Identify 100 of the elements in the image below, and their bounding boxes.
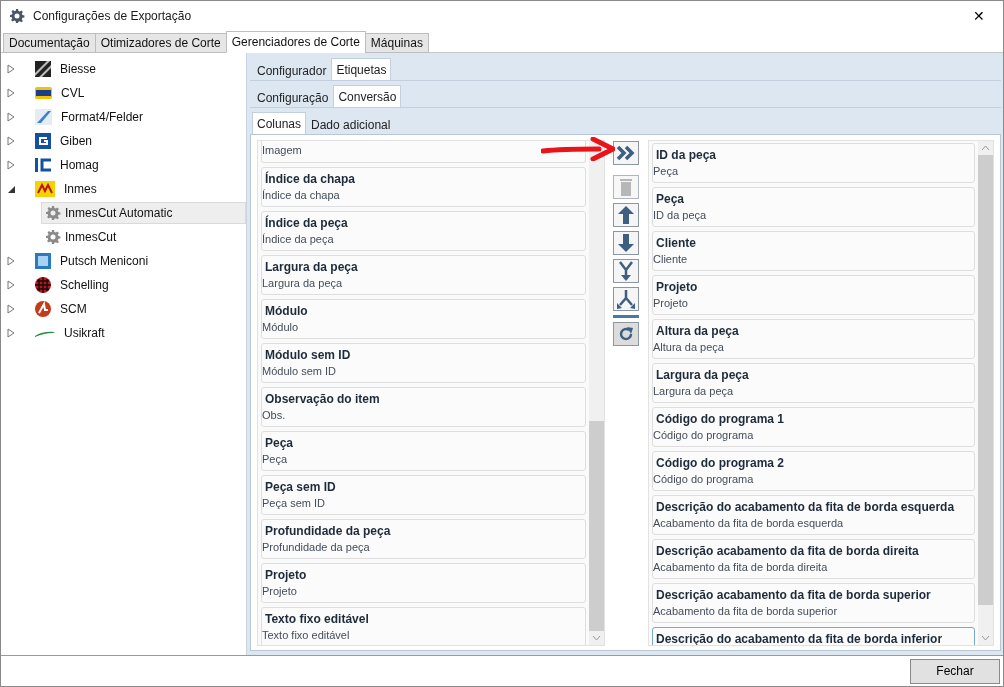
expanded-triangle-icon[interactable] (6, 184, 16, 194)
merge-arrows-icon (618, 261, 634, 281)
column-card[interactable]: Peça sem ID Peça sem ID (261, 475, 586, 515)
tab[interactable]: Colunas (252, 112, 307, 134)
column-title: Código do programa 1 (655, 411, 785, 427)
tree-item[interactable]: CVL (57, 83, 89, 103)
tree-item[interactable]: Homag (56, 155, 103, 175)
column-card[interactable]: Cliente Cliente (652, 231, 975, 271)
column-title: Peça sem ID (264, 479, 337, 495)
down-button[interactable] (613, 231, 639, 255)
up-button[interactable] (613, 203, 639, 227)
column-card[interactable]: Altura da peça Altura da peça (652, 319, 975, 359)
settings-icon (9, 8, 25, 24)
column-title: Módulo (264, 303, 309, 319)
column-card[interactable]: Descrição acabamento da fita de borda superior Acabamento da fita de borda superior (652, 583, 975, 623)
column-subtitle: Projeto (262, 585, 298, 597)
column-title: Projeto (264, 567, 308, 583)
scrollbar[interactable] (978, 141, 993, 645)
tree-item[interactable]: Putsch Meniconi (56, 251, 153, 271)
column-card[interactable]: Imagem (261, 141, 586, 163)
column-title: Altura da peça (655, 323, 740, 339)
column-card[interactable]: Descrição do acabamento da fita de borda inferior (652, 627, 975, 645)
column-card[interactable]: Módulo Módulo (261, 299, 586, 339)
merge-button[interactable] (613, 259, 639, 283)
window-title: Configurações de Exportação (33, 9, 193, 23)
gear-icon (45, 229, 61, 245)
striped-logo-icon (35, 61, 51, 77)
column-card[interactable]: Observação do item Obs. (261, 387, 586, 427)
column-subtitle: Acabamento da fita de borda superior (653, 605, 839, 617)
arrow-up-icon (618, 206, 634, 224)
column-card[interactable]: Módulo sem ID Módulo sem ID (261, 343, 586, 383)
column-card[interactable]: Projeto Projeto (652, 275, 975, 315)
tree-item[interactable]: InmesCut Automatic (41, 202, 246, 224)
column-subtitle: Obs. (262, 409, 287, 421)
column-subtitle: Altura da peça (653, 341, 725, 353)
tree-item[interactable]: Biesse (56, 59, 101, 79)
tab[interactable]: Configurador (252, 60, 332, 80)
square-g-logo-icon (35, 133, 51, 149)
add-button[interactable] (613, 141, 639, 165)
tab[interactable]: Etiquetas (331, 58, 392, 80)
tree-item[interactable]: InmesCut (41, 226, 121, 248)
close-button[interactable]: Fechar (910, 658, 1000, 684)
split-button[interactable] (613, 287, 639, 311)
column-title: Observação do item (264, 391, 381, 407)
column-subtitle: ID da peça (653, 209, 708, 221)
collapsed-triangle-icon[interactable] (7, 112, 15, 122)
column-card[interactable]: Peça Peça (261, 431, 586, 471)
column-card[interactable]: Profundidade da peça Profundidade da peça (261, 519, 586, 559)
tree-item[interactable]: Inmes (60, 179, 101, 199)
column-card[interactable]: Largura da peça Largura da peça (261, 255, 586, 295)
collapsed-triangle-icon[interactable] (7, 304, 15, 314)
column-card[interactable]: Texto fixo editável Texto fixo editável (261, 607, 586, 645)
circle-logo-icon (35, 301, 51, 317)
tab[interactable]: Máquinas (364, 33, 429, 53)
column-subtitle: Peça sem ID (262, 497, 326, 509)
collapsed-triangle-icon[interactable] (7, 136, 15, 146)
column-title: ID da peça (655, 147, 718, 163)
collapsed-triangle-icon[interactable] (7, 64, 15, 74)
tab[interactable]: Dado adicional (306, 114, 396, 134)
tab[interactable]: Otimizadores de Corte (94, 33, 227, 53)
column-card[interactable]: ID da peça Peça (652, 143, 975, 183)
collapsed-triangle-icon[interactable] (7, 328, 15, 338)
column-card[interactable]: Peça ID da peça (652, 187, 975, 227)
column-card[interactable]: Índice da peça Índice da peça (261, 211, 586, 251)
column-subtitle: Código do programa (653, 473, 755, 485)
tree-item[interactable]: SCM (56, 299, 91, 319)
tab[interactable]: Configuração (252, 87, 334, 107)
column-card[interactable]: Índice da chapa Índice da chapa (261, 167, 586, 207)
column-subtitle: Código do programa (653, 429, 755, 441)
tree-item[interactable]: Schelling (56, 275, 113, 295)
tree-item[interactable]: Format4/Felder (57, 107, 148, 127)
collapsed-triangle-icon[interactable] (7, 88, 15, 98)
column-card[interactable]: Projeto Projeto (261, 563, 586, 603)
column-title: Índice da peça (264, 215, 349, 231)
column-subtitle: Imagem (262, 144, 303, 156)
arrow-down-icon (618, 234, 634, 252)
collapsed-triangle-icon[interactable] (7, 160, 15, 170)
collapsed-triangle-icon[interactable] (7, 256, 15, 266)
gear-icon (45, 205, 61, 221)
column-title: Índice da chapa (264, 171, 357, 187)
tree-item[interactable]: Giben (56, 131, 97, 151)
column-card[interactable]: Descrição do acabamento da fita de borda esquerda Acabamento da fita de borda esquerda (652, 495, 975, 535)
column-subtitle: Profundidade da peça (262, 541, 371, 553)
column-title: Módulo sem ID (264, 347, 352, 363)
column-card[interactable]: Largura da peça Largura da peça (652, 363, 975, 403)
tree-item[interactable]: Usikraft (60, 323, 109, 343)
close-button[interactable]: ✕ (963, 8, 995, 24)
scrollbar[interactable] (589, 141, 604, 645)
collapsed-triangle-icon[interactable] (7, 280, 15, 290)
column-card[interactable]: Código do programa 2 Código do programa (652, 451, 975, 491)
column-card[interactable]: Descrição acabamento da fita de borda direita Acabamento da fita de borda direita (652, 539, 975, 579)
column-card[interactable]: Código do programa 1 Código do programa (652, 407, 975, 447)
column-subtitle: Acabamento da fita de borda esquerda (653, 517, 845, 529)
tab[interactable]: Conversão (333, 85, 402, 107)
bracket-logo-icon (35, 158, 51, 172)
reset-button[interactable] (613, 322, 639, 346)
column-subtitle: Peça (262, 453, 289, 465)
column-title: Profundidade da peça (264, 523, 392, 539)
tab[interactable]: Documentação (3, 33, 96, 53)
tab[interactable]: Gerenciadores de Corte (225, 31, 366, 53)
